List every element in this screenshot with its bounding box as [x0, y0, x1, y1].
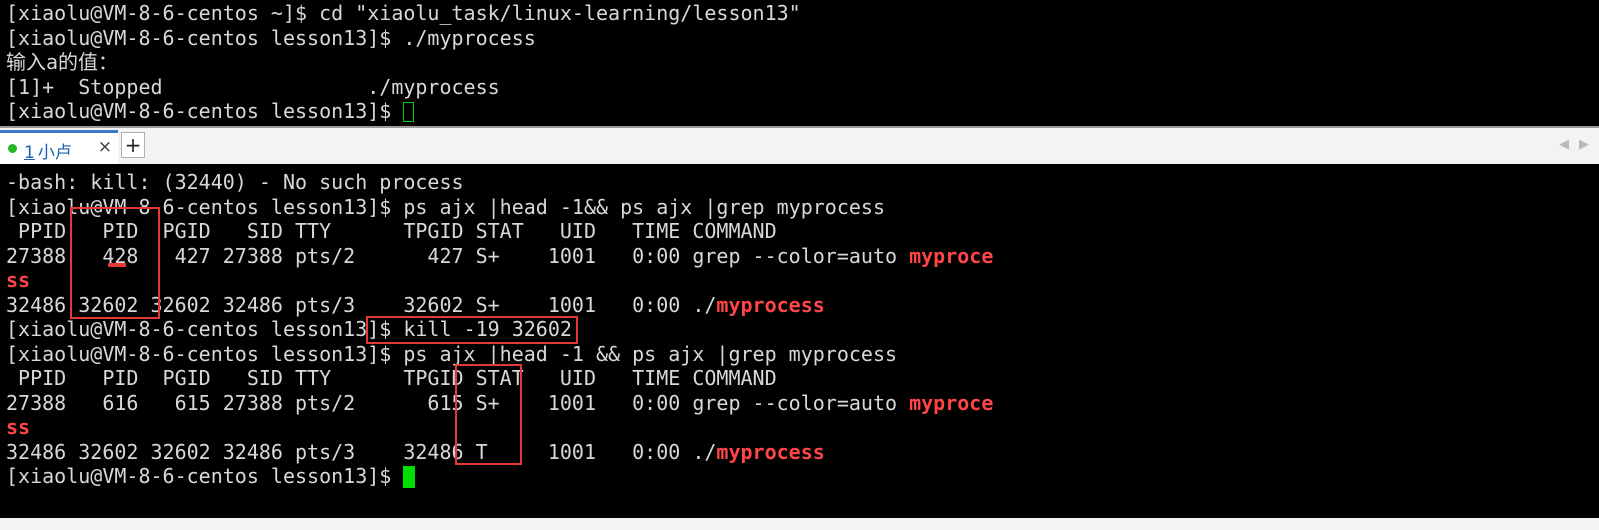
- ps-row-line: 32486 32602 32602 32486 pts/3 32602 S+ 1…: [6, 293, 1599, 318]
- ps-row-text: 27388 428 427 27388 pts/2 427 S+ 1001 0:…: [6, 243, 910, 268]
- prompt-text: [xiaolu@VM-8-6-centos lesson13]$: [6, 99, 404, 123]
- ps-header-line: PPID PID PGID SID TTY TPGID STAT UID TIM…: [6, 366, 777, 390]
- ps-row-text: 27388 616 615 27388 pts/2 615 S+ 1001 0:…: [6, 390, 910, 415]
- window-bottom-border: [0, 518, 1599, 530]
- tab-bar: 1 小卢 × + ◀ ▶: [0, 126, 1599, 164]
- terminal-line: [1]+ Stopped ./myprocess: [6, 74, 500, 99]
- terminal-prompt-line: [xiaolu@VM-8-6-centos lesson13]$: [6, 99, 1599, 124]
- top-terminal-pane[interactable]: [xiaolu@VM-8-6-centos ~]$ cd "xiaolu_tas…: [0, 0, 1599, 126]
- terminal-line: [xiaolu@VM-8-6-centos ~]$ cd "xiaolu_tas…: [6, 1, 801, 25]
- grep-match-highlight: ss: [6, 415, 31, 439]
- terminal-line: [xiaolu@VM-8-6-centos lesson13]$ ps ajx …: [6, 341, 898, 366]
- terminal-line: [xiaolu@VM-8-6-centos lesson13]$ ps ajx …: [6, 194, 885, 219]
- ps-row-line: 27388 428 427 27388 pts/2 427 S+ 1001 0:…: [6, 244, 1599, 269]
- close-tab-icon[interactable]: ×: [98, 137, 112, 157]
- inactive-cursor: [403, 102, 415, 122]
- terminal-line: -bash: kill: (32440) - No such process: [6, 170, 464, 194]
- tab-number: 1: [24, 143, 35, 163]
- scroll-tabs-right-icon[interactable]: ▶: [1579, 137, 1589, 152]
- grep-match-highlight: myprocess: [716, 292, 825, 317]
- scroll-tabs-left-icon[interactable]: ◀: [1559, 137, 1569, 152]
- bottom-terminal-pane[interactable]: -bash: kill: (32440) - No such process […: [0, 168, 1599, 518]
- ps-row-wrap-line: ss: [6, 268, 1599, 293]
- active-cursor: [403, 466, 416, 488]
- ps-row-text: 32486 32602 32602 32486 pts/3 32602 S+ 1…: [6, 292, 717, 317]
- terminal-line: [xiaolu@VM-8-6-centos lesson13]$ kill -1…: [6, 317, 572, 341]
- grep-match-highlight: myproce: [909, 243, 994, 268]
- new-tab-button[interactable]: +: [121, 132, 145, 158]
- ps-row-line: 27388 616 615 27388 pts/2 615 S+ 1001 0:…: [6, 391, 1599, 416]
- ps-row-text: 32486 32602 32602 32486 pts/3 32486 T 10…: [6, 439, 717, 464]
- prompt-text: [xiaolu@VM-8-6-centos lesson13]$: [6, 464, 404, 488]
- tab-name: 小卢: [37, 143, 72, 163]
- tab-session-1[interactable]: 1 小卢 ×: [0, 130, 118, 164]
- terminal-line: [xiaolu@VM-8-6-centos lesson13]$ ./mypro…: [6, 25, 536, 50]
- ps-row-wrap-line: ss: [6, 415, 1599, 440]
- ps-row-line: 32486 32602 32602 32486 pts/3 32486 T 10…: [6, 440, 1599, 465]
- ps-header-line: PPID PID PGID SID TTY TPGID STAT UID TIM…: [6, 219, 777, 243]
- tab-label: 1 小卢: [24, 138, 72, 163]
- terminal-prompt-line: [xiaolu@VM-8-6-centos lesson13]$: [6, 464, 1599, 489]
- grep-match-highlight: myproce: [909, 390, 994, 415]
- pid-underline-mark: [108, 263, 126, 267]
- grep-match-highlight: ss: [6, 268, 31, 292]
- terminal-line: 输入a的值：: [6, 50, 119, 74]
- grep-match-highlight: myprocess: [716, 439, 825, 464]
- connection-status-dot: [8, 144, 17, 153]
